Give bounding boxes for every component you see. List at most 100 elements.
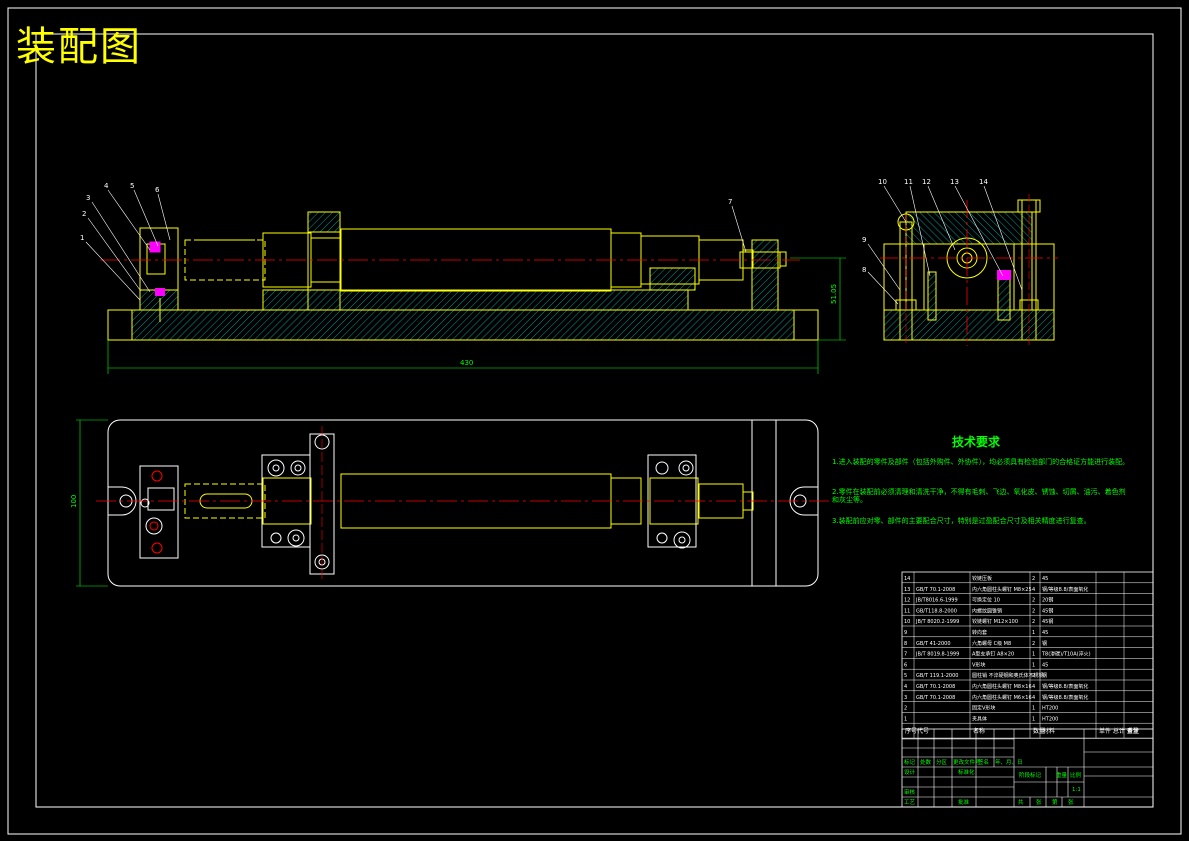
side-view: 8 9 10 11 12 13 14 [862,178,1058,346]
balloon-7: 7 [728,198,732,206]
bom-cell: 4 [1032,695,1035,701]
bom-cell: 钢/等级8.8/表面氧化 [1042,683,1088,690]
tb-total: 共 [1018,798,1024,806]
bill-of-materials: 14 铰链压板 2 4513 GB/T 70.1-2008 内六角圆柱头螺钉 M8×25 4… [901,571,1154,739]
bom-cell: 内六角圆柱头螺钉 M8×16 [972,683,1032,690]
assembly-drawing-sheet: 430 51.05 1 2 3 4 5 6 7 8 9 10 11 12 13 … [7,7,1182,835]
bom-cell: 1 [904,716,907,722]
tb-weight: 重量 [1056,771,1068,779]
bom-cell: 内螺纹圆锥销 [972,607,1002,614]
bom-cell: HT200 [1042,706,1058,712]
bom-cell: T8(渗碳)/T10A(淬火) [1041,651,1091,658]
balloon-1: 1 [80,234,84,242]
bom-cell: 45 [1042,662,1048,668]
bom-cell: 4 [1032,684,1035,690]
bom-cell: 钢 [1042,640,1047,647]
bom-cell: 钢 [1042,672,1047,679]
bom-cell: JB/T8016.6-1999 [915,598,958,604]
bom-cell: 20钢 [1042,597,1053,604]
tb-approve: 批准 [958,798,970,806]
bom-cell: 2 [904,706,907,712]
bom-cell: 夹具体 [972,715,987,722]
bom-cell: 10 [904,619,910,625]
dim-height: 51.05 [830,284,838,304]
bom-cell: 8 [904,641,907,647]
bom-cell: 铰链压板 [972,575,992,582]
bom-cell: 2 [1032,608,1035,614]
bom-cell: 14 [904,576,910,582]
bom-cell: 11 [904,608,910,614]
tb-count: 处数 [920,758,932,766]
balloon-12: 12 [922,178,931,186]
balloon-5: 5 [130,182,134,190]
bom-cell: 2 [1032,673,1035,679]
bom-cell: GB/T 70.1-2008 [916,695,955,701]
bom-cell: 5 [904,673,907,679]
bom-header: 备注 [1127,727,1139,735]
balloon-6: 6 [155,186,160,194]
bom-cell: 4 [904,684,907,690]
bom-cell: 钢/等级8.8/表面氧化 [1042,586,1088,593]
bom-cell: 2 [1032,576,1035,582]
tech-requirement-3: 3.装配前应对零、部件的主要配合尺寸，特别是过盈配合尺寸及相关精度进行复查。 [832,517,1091,525]
balloon-4: 4 [104,182,109,190]
bom-cell: 9 [904,630,907,636]
bom-cell: 内六角圆柱头螺钉 M6×16 [972,694,1032,701]
balloon-10: 10 [878,178,887,186]
balloon-8: 8 [862,266,866,274]
bom-cell: 45钢 [1042,607,1053,614]
bom-cell: 内六角圆柱头螺钉 M8×25 [972,586,1032,593]
dim-overall-length: 430 [460,359,473,367]
bom-cell: JB/T 8019.8-1999 [915,652,959,658]
front-view: 430 51.05 1 2 3 4 5 6 7 [80,182,846,374]
bom-cell: GB/T118.8-2000 [916,608,957,614]
bom-cell: 转向套 [972,629,987,636]
bom-cell: 固定V形块 [972,705,995,712]
bom-header: 代号 [917,727,929,735]
bom-cell: V形块 [972,661,985,668]
bom-cell: 3 [904,695,907,701]
tech-requirement-2: 2.零件在装配前必须清理和清洗干净，不得有毛刺、飞边、氧化皮、锈蚀、切屑、油污、… [832,488,1126,504]
tech-requirement-1: 1.进入装配的零件及部件（包括外购件、外协件），均必须具有检验部门的合格证方能进… [832,458,1130,466]
tb-ratio: 比例 [1070,771,1082,779]
tb-sheet1: 张 [1036,798,1042,806]
outer-border [7,7,1182,835]
drawing-title: 装配图 [16,24,142,70]
bom-cell: 12 [904,598,910,604]
bom-cell: 1 [1032,706,1035,712]
balloon-9: 9 [862,236,866,244]
bom-cell: 1 [1032,716,1035,722]
balloon-2: 2 [82,210,86,218]
bom-cell: 2 [1032,641,1035,647]
bom-cell: 6 [904,662,907,668]
bom-cell: 2 [1032,598,1035,604]
dim-width: 100 [70,495,78,508]
tb-mark: 标记 [904,758,916,766]
tb-sheet2: 张 [1068,798,1074,806]
bom-cell: 钢/等级8.8/表面氧化 [1042,694,1088,701]
bom-cell: HT200 [1042,716,1058,722]
tb-process: 工艺 [904,799,916,806]
tb-nth: 第 [1052,798,1058,806]
tb-doc: 更改文件号 [953,758,981,766]
balloon-11: 11 [904,178,913,186]
bom-cell: 1 [1032,652,1035,658]
balloon-13: 13 [950,178,959,186]
title-block: 标记 处数 分区 更改文件号 签名 年、月、日 设计 标准化 审核 工艺 批准 … [901,728,1154,808]
bom-cell: 1 [1032,630,1035,636]
bom-cell: 4 [1032,587,1035,593]
bom-cell: 13 [904,587,910,593]
bom-cell: 1 [1032,662,1035,668]
bom-cell: 7 [904,652,907,658]
bom-cell: 铰链螺钉 M12×100 [972,618,1018,625]
bom-cell: A型支承钉 A8×20 [972,651,1014,658]
tb-scale: 1:1 [1072,787,1081,793]
bom-cell: 可换定位 10 [972,597,1000,604]
bom-cell: GB/T 119.1-2000 [916,673,958,679]
bom-header: 材料 [1043,727,1055,735]
bom-header: 序号 [905,727,917,735]
bom-cell: GB/T 70.1-2008 [916,587,955,593]
tech-requirements-title: 技术要求 [952,435,1001,449]
tb-stage: 阶段标记 [1019,771,1042,779]
bom-header: 名称 [973,727,985,735]
